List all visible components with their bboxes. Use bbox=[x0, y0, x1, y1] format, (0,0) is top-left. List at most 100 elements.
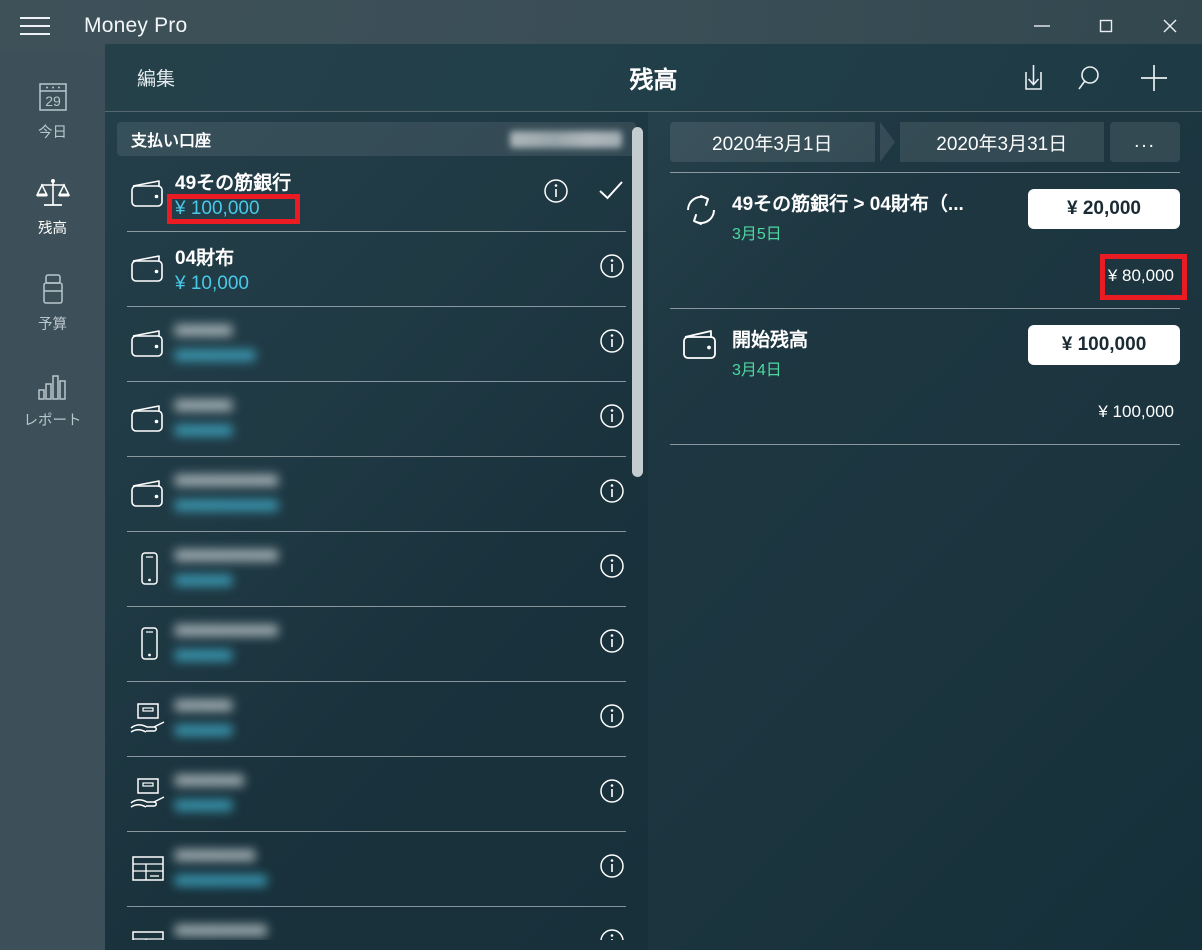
info-icon[interactable] bbox=[598, 552, 626, 585]
info-icon[interactable] bbox=[598, 777, 626, 810]
hamburger-bar bbox=[20, 33, 50, 35]
wallet-icon bbox=[123, 327, 175, 361]
info-icon[interactable] bbox=[598, 402, 626, 435]
accounts-scrollbar[interactable] bbox=[632, 127, 643, 477]
account-balance: ¥ 100,000 bbox=[166, 193, 301, 224]
account-name: 04財布 bbox=[175, 247, 235, 269]
account-name: 49その筋銀行 bbox=[175, 172, 292, 194]
sidebar-item-today[interactable]: 29 今日 bbox=[0, 74, 105, 170]
table-row[interactable]: ■■■■■ ■■■■■ bbox=[105, 381, 648, 456]
accounts-list[interactable]: 49その筋銀行 ¥ 100,000 04財布 ¥ 10,000 ■■■■■ ■■… bbox=[105, 156, 648, 940]
account-balance-redacted: ■■■■■ bbox=[175, 570, 233, 591]
sidebar-item-label: レポート bbox=[23, 413, 82, 429]
balance-scale-icon bbox=[33, 170, 73, 216]
table-row[interactable]: 04財布 ¥ 10,000 bbox=[105, 231, 648, 306]
date-range-selector: 2020年3月1日 2020年3月31日 ... bbox=[670, 122, 1180, 162]
info-icon[interactable] bbox=[598, 627, 626, 660]
sidebar-item-reports[interactable]: レポート bbox=[0, 362, 105, 458]
info-icon[interactable] bbox=[598, 927, 626, 940]
info-icon[interactable] bbox=[598, 252, 626, 285]
account-name-redacted: ■■■■■■ bbox=[175, 770, 244, 791]
running-balance: ¥ 100,000 bbox=[1098, 402, 1174, 421]
row-actions bbox=[598, 402, 626, 435]
wallet-icon bbox=[123, 477, 175, 511]
row-actions bbox=[542, 177, 626, 210]
main-window: 編集 残高 支払い口座 49その筋銀行 ¥ 100,000 04財布 ¥ 10,… bbox=[105, 44, 1202, 950]
sidebar-item-budget[interactable]: 予算 bbox=[0, 266, 105, 362]
info-icon[interactable] bbox=[598, 477, 626, 510]
account-info: 49その筋銀行 ¥ 100,000 bbox=[166, 168, 301, 224]
toolbar-actions bbox=[1018, 60, 1172, 96]
budget-bag-icon bbox=[34, 266, 72, 312]
account-info: ■■■■■■ ■■■■■ bbox=[175, 770, 380, 817]
account-info: ■■■■■■■■■ ■■■■■ bbox=[175, 545, 380, 592]
info-icon[interactable] bbox=[598, 702, 626, 735]
table-row[interactable]: ■■■■■■■■■ ■■■■■■■■■ bbox=[105, 456, 648, 531]
account-group-title: 支払い口座 bbox=[131, 133, 212, 150]
info-icon[interactable] bbox=[542, 177, 570, 210]
date-range-end[interactable]: 2020年3月31日 bbox=[899, 122, 1104, 162]
account-balance-redacted: ■■■■■ bbox=[175, 420, 233, 441]
sidebar-nav: 29 今日 残高 予算 レポート bbox=[0, 52, 105, 950]
running-balance-wrap: ¥ 100,000 bbox=[670, 388, 1180, 444]
phone-icon bbox=[123, 625, 175, 663]
account-balance-redacted: ■■■■■ bbox=[175, 720, 233, 741]
date-range-more-button[interactable]: ... bbox=[1110, 122, 1180, 162]
wallet-icon bbox=[123, 402, 175, 436]
account-info: 04財布 ¥ 10,000 bbox=[175, 243, 249, 295]
account-group-header[interactable]: 支払い口座 bbox=[117, 122, 636, 156]
row-actions bbox=[598, 852, 626, 885]
date-range-start[interactable]: 2020年3月1日 bbox=[670, 122, 875, 162]
account-balance-redacted: ■■■■■■■ bbox=[175, 345, 256, 366]
hamburger-icon[interactable] bbox=[0, 0, 70, 52]
account-balance-redacted: ■■■■■ bbox=[175, 645, 233, 666]
account-name-redacted: ■■■■■ bbox=[175, 695, 233, 716]
table-row[interactable]: ■■■■■■ ■■■■■ bbox=[105, 756, 648, 831]
wallet-icon bbox=[123, 252, 175, 286]
import-icon[interactable] bbox=[1018, 62, 1048, 94]
table-row[interactable]: ■■■■■■■■■ ■■■■■ bbox=[105, 531, 648, 606]
table-icon bbox=[123, 926, 175, 940]
account-name-redacted: ■■■■■■■■ bbox=[175, 920, 267, 940]
accounts-panel: 支払い口座 49その筋銀行 ¥ 100,000 04財布 ¥ 10,000 ■■… bbox=[105, 112, 648, 950]
table-row[interactable]: 49その筋銀行 ¥ 100,000 bbox=[105, 156, 648, 231]
transaction-info: 開始残高 3月4日 bbox=[732, 325, 808, 380]
transactions-panel: 2020年3月1日 2020年3月31日 ... 49その筋銀行 > 04財布（… bbox=[648, 112, 1202, 950]
hamburger-bar bbox=[20, 25, 50, 27]
app-window: Money Pro 29 今日 残高 予算 レポート 編集 残高 支払い口座 4… bbox=[0, 0, 1202, 950]
row-actions bbox=[598, 327, 626, 360]
table-row[interactable]: ■■■■■■■ ■■■■■■■■ bbox=[105, 831, 648, 906]
row-actions bbox=[598, 477, 626, 510]
transaction-amount[interactable]: ¥ 100,000 bbox=[1028, 325, 1180, 365]
account-balance: ¥ 10,000 bbox=[175, 272, 249, 294]
account-info: ■■■■■■■■■ ■■■■■ bbox=[175, 620, 380, 667]
edit-button[interactable]: 編集 bbox=[137, 64, 175, 91]
table-row[interactable]: ■■■■■■■■■ ■■■■■ bbox=[105, 606, 648, 681]
info-icon[interactable] bbox=[598, 852, 626, 885]
account-info: ■■■■■ ■■■■■ bbox=[175, 395, 380, 442]
svg-text:29: 29 bbox=[45, 93, 61, 109]
row-actions bbox=[598, 927, 626, 940]
account-name-redacted: ■■■■■ bbox=[175, 320, 233, 341]
wallet-icon bbox=[123, 177, 175, 211]
info-icon[interactable] bbox=[598, 327, 626, 360]
account-name-redacted: ■■■■■■■ bbox=[175, 845, 256, 866]
sidebar-item-balance[interactable]: 残高 bbox=[0, 170, 105, 266]
app-title: Money Pro bbox=[84, 14, 188, 37]
table-row[interactable]: ■■■■■ ■■■■■ bbox=[105, 681, 648, 756]
hamburger-bar bbox=[20, 17, 50, 19]
plus-icon[interactable] bbox=[1136, 60, 1172, 96]
table-row[interactable]: ■■■■■■■■ ■■■■■ bbox=[105, 906, 648, 940]
account-info: ■■■■■■■ ■■■■■■■■ bbox=[175, 845, 380, 892]
table-row[interactable]: ■■■■■ ■■■■■■■ bbox=[105, 306, 648, 381]
account-group-total-redacted bbox=[510, 130, 622, 148]
hand-cash-icon bbox=[123, 775, 175, 813]
row-actions bbox=[598, 627, 626, 660]
list-item[interactable]: 49その筋銀行 > 04財布（... 3月5日 ¥ 20,000 bbox=[670, 172, 1180, 252]
account-balance-redacted: ■■■■■ bbox=[175, 795, 233, 816]
list-item[interactable]: 開始残高 3月4日 ¥ 100,000 bbox=[670, 308, 1180, 388]
search-icon[interactable] bbox=[1076, 62, 1108, 94]
table-icon bbox=[123, 851, 175, 887]
checkmark-icon[interactable] bbox=[596, 178, 626, 209]
transaction-amount[interactable]: ¥ 20,000 bbox=[1028, 189, 1180, 229]
